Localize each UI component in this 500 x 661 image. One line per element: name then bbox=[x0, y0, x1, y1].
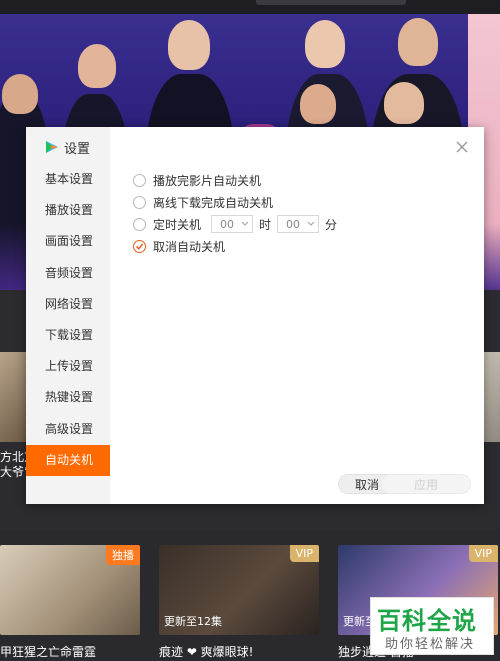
dialog-title: 设置 bbox=[44, 137, 90, 157]
banner-face bbox=[305, 20, 345, 68]
video-caption[interactable]: 痕迹 ❤ 爽爆眼球! bbox=[159, 643, 254, 660]
apply-button[interactable]: 应用 bbox=[381, 474, 471, 494]
option-cancel-shutdown[interactable]: 取消自动关机 bbox=[133, 235, 339, 257]
radio-timed[interactable] bbox=[133, 217, 146, 231]
exclusive-badge: 独播 bbox=[106, 545, 140, 565]
menu-item-auto-shutdown[interactable]: 自动关机 bbox=[26, 444, 110, 476]
banner-face bbox=[384, 82, 424, 124]
menu-item-advanced[interactable]: 高级设置 bbox=[26, 414, 110, 445]
minute-value: 00 bbox=[286, 217, 301, 231]
top-strip bbox=[0, 0, 500, 14]
option-after-download-label: 离线下载完成自动关机 bbox=[153, 195, 274, 210]
hour-value: 00 bbox=[220, 217, 235, 231]
option-timed[interactable]: 定时关机 00 时 00 分 bbox=[133, 213, 339, 235]
settings-dialog: 设置 基本设置 播放设置 画面设置 音频设置 网络设置 下载设置 上传设置 热键… bbox=[26, 127, 484, 504]
banner-face bbox=[398, 18, 438, 66]
scroll-indicator bbox=[256, 0, 406, 5]
minute-select[interactable]: 00 bbox=[277, 215, 320, 233]
radio-cancel-shutdown[interactable] bbox=[133, 239, 146, 253]
menu-item-basic[interactable]: 基本设置 bbox=[26, 164, 110, 195]
option-after-movie[interactable]: 播放完影片自动关机 bbox=[133, 169, 339, 191]
option-after-download[interactable]: 离线下载完成自动关机 bbox=[133, 191, 339, 213]
menu-item-network[interactable]: 网络设置 bbox=[26, 289, 110, 320]
settings-menu: 基本设置 播放设置 画面设置 音频设置 网络设置 下载设置 上传设置 热键设置 … bbox=[26, 164, 110, 476]
episode-label: 更新至12集 bbox=[164, 615, 222, 628]
radio-after-download[interactable] bbox=[133, 195, 146, 209]
hour-unit: 时 bbox=[259, 217, 272, 232]
vip-badge: VIP bbox=[468, 545, 498, 562]
close-icon[interactable] bbox=[454, 139, 470, 155]
video-card[interactable]: 独播 bbox=[0, 545, 140, 635]
option-after-movie-label: 播放完影片自动关机 bbox=[153, 173, 262, 188]
hour-select[interactable]: 00 bbox=[211, 215, 254, 233]
option-timed-label: 定时关机 bbox=[153, 217, 202, 232]
radio-after-movie[interactable] bbox=[133, 173, 146, 187]
video-card[interactable]: VIP 更新至12集 bbox=[159, 545, 319, 635]
menu-item-audio[interactable]: 音频设置 bbox=[26, 258, 110, 289]
menu-item-upload[interactable]: 上传设置 bbox=[26, 351, 110, 382]
vip-badge: VIP bbox=[289, 545, 319, 562]
chevron-down-icon bbox=[307, 221, 315, 226]
chevron-down-icon bbox=[241, 221, 249, 226]
shutdown-options: 播放完影片自动关机 离线下载完成自动关机 定时关机 00 时 00 分 取消自动… bbox=[133, 169, 339, 257]
watermark-logo: 百科全说 助你轻松解决 bbox=[370, 597, 494, 655]
minute-unit: 分 bbox=[325, 217, 338, 232]
menu-item-playback[interactable]: 播放设置 bbox=[26, 195, 110, 226]
menu-item-display[interactable]: 画面设置 bbox=[26, 226, 110, 257]
banner-face bbox=[168, 20, 210, 70]
banner-face bbox=[78, 44, 116, 88]
video-thumbnail[interactable] bbox=[0, 352, 26, 442]
option-cancel-shutdown-label: 取消自动关机 bbox=[153, 239, 226, 254]
settings-sidebar: 设置 基本设置 播放设置 画面设置 音频设置 网络设置 下载设置 上传设置 热键… bbox=[26, 127, 110, 504]
check-icon bbox=[135, 243, 144, 250]
app-logo-icon bbox=[46, 141, 58, 153]
menu-item-hotkeys[interactable]: 热键设置 bbox=[26, 382, 110, 413]
banner-face bbox=[2, 74, 38, 114]
watermark-title: 百科全说 bbox=[377, 607, 477, 635]
dialog-title-text: 设置 bbox=[64, 141, 91, 157]
video-caption[interactable]: 甲狂猩之亡命雷霆 bbox=[0, 643, 96, 660]
banner-face bbox=[300, 84, 336, 124]
menu-item-download[interactable]: 下载设置 bbox=[26, 320, 110, 351]
watermark-subtitle: 助你轻松解决 bbox=[385, 637, 476, 652]
